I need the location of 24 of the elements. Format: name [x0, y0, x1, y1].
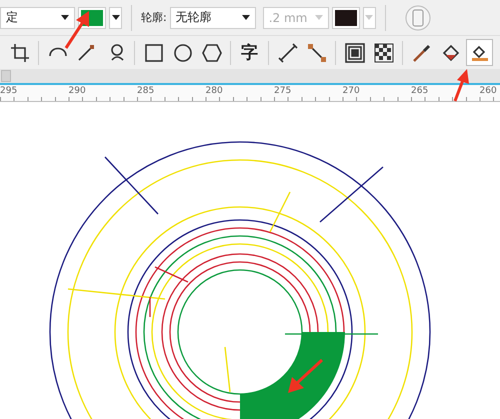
ruler-label: 295 [0, 85, 18, 98]
ruler-label: 290 [68, 85, 87, 98]
outline-color-picker[interactable] [332, 6, 360, 28]
ruler-label: 275 [274, 85, 292, 98]
text-tool[interactable]: 字 [236, 39, 263, 66]
ruler-label: 265 [411, 85, 430, 98]
ellipse-icon [172, 42, 194, 64]
ruler-label: 280 [206, 85, 224, 98]
contour-icon [344, 42, 366, 64]
transparency-icon [372, 42, 394, 64]
polygon-icon [200, 42, 222, 64]
dimension-icon [276, 42, 298, 64]
device-icon[interactable] [404, 4, 431, 30]
rectangle-icon [142, 42, 164, 64]
connector-icon [306, 42, 328, 64]
object-dropdown[interactable]: 定 [0, 6, 75, 28]
outline-label: 轮廓: [141, 10, 167, 25]
outline-dropdown[interactable]: 无轮廓 [170, 6, 256, 28]
ruler-label: 285 [137, 85, 156, 98]
crop-icon [8, 42, 30, 64]
annotation-arrow [452, 68, 472, 102]
smartfill-tool[interactable] [466, 39, 493, 66]
ruler-label: 260 [480, 85, 498, 98]
ruler-label: 270 [342, 85, 361, 98]
